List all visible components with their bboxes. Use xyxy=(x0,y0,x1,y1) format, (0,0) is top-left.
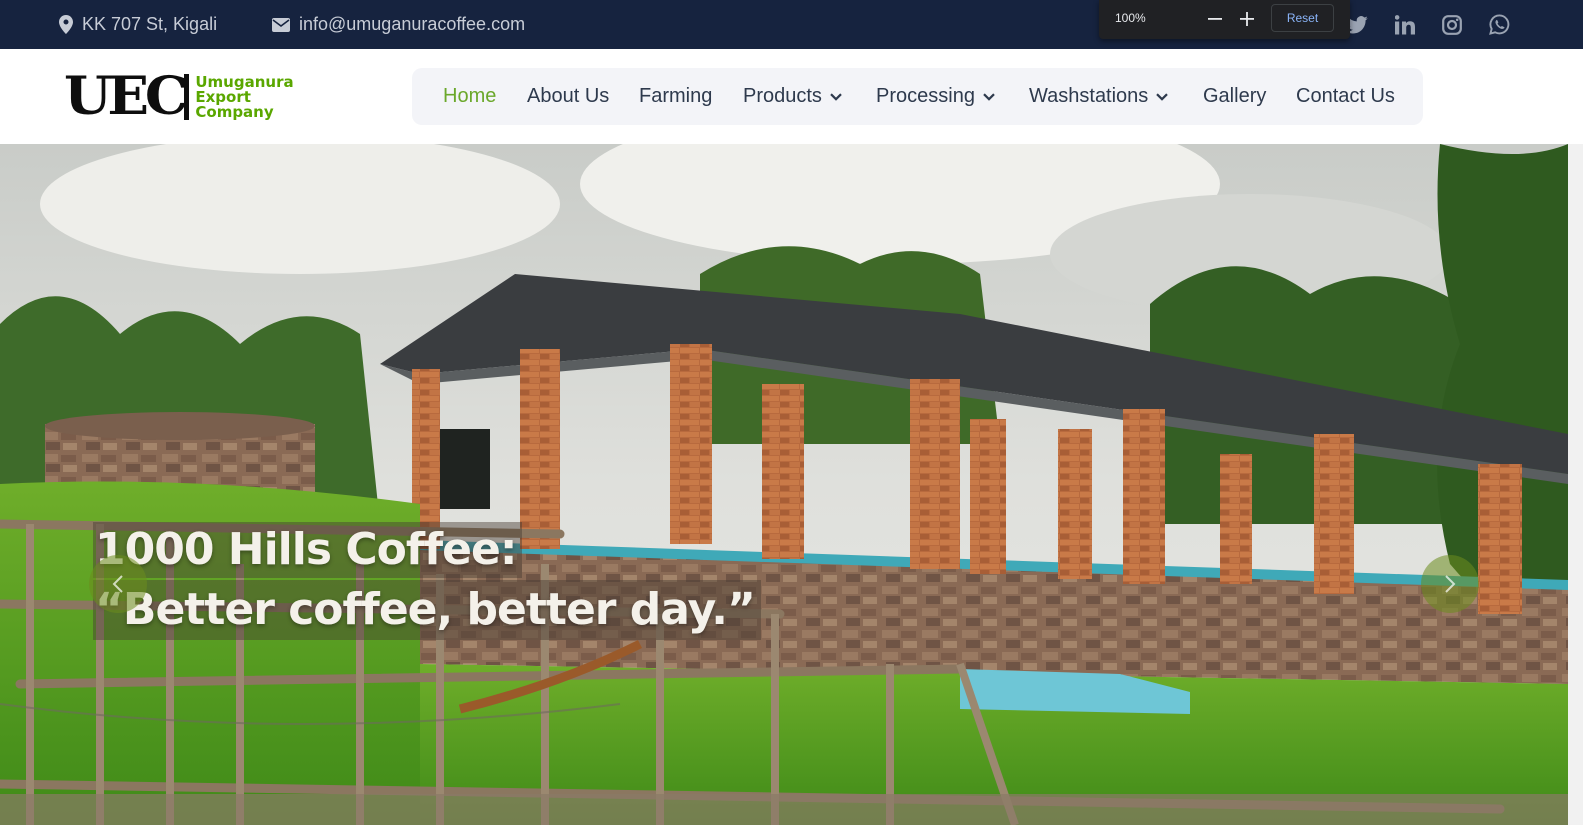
zoom-level: 100% xyxy=(1115,11,1146,25)
instagram-icon xyxy=(1442,14,1462,35)
nav-item-processing[interactable]: Processing xyxy=(876,68,995,125)
slider-next-button[interactable] xyxy=(1421,555,1479,613)
nav-item-label: Contact Us xyxy=(1296,85,1395,107)
site-header: UEC Umuganura Export Company Home About … xyxy=(0,49,1583,144)
plus-icon xyxy=(1240,12,1254,26)
zoom-popup: 100% Reset xyxy=(1099,0,1350,39)
address-contact: KK 707 St, Kigali xyxy=(59,0,217,49)
hero-caption: 1000 Hills Coffee: “Better coffee, bette… xyxy=(93,522,761,640)
zoom-reset-button[interactable]: Reset xyxy=(1271,4,1334,32)
logo-divider xyxy=(184,74,190,120)
nav-item-gallery[interactable]: Gallery xyxy=(1203,68,1266,125)
hero-title: 1000 Hills Coffee: xyxy=(93,522,523,578)
logo-mark: UEC xyxy=(64,66,188,127)
email-contact[interactable]: info@umuganuracoffee.com xyxy=(272,0,525,49)
chevron-down-icon xyxy=(1156,92,1169,101)
nav-item-label: About Us xyxy=(527,85,610,107)
nav-item-products[interactable]: Products xyxy=(743,68,842,125)
nav-item-washstations[interactable]: Washstations xyxy=(1029,68,1169,125)
nav-item-label: Home xyxy=(443,85,497,107)
instagram-link[interactable] xyxy=(1442,0,1462,49)
nav-item-contact-us[interactable]: Contact Us xyxy=(1296,68,1395,125)
hero-image xyxy=(0,144,1568,825)
nav-item-home[interactable]: Home xyxy=(443,68,496,125)
logo-wordmark: Umuganura Export Company xyxy=(195,74,293,121)
chevron-left-icon xyxy=(112,575,123,593)
map-marker-icon xyxy=(59,15,73,34)
chevron-right-icon xyxy=(1445,575,1456,593)
email-link[interactable]: info@umuganuracoffee.com xyxy=(299,14,525,35)
linkedin-link[interactable] xyxy=(1395,0,1415,49)
linkedin-icon xyxy=(1395,14,1415,34)
nav-item-farming[interactable]: Farming xyxy=(639,68,712,125)
nav-item-label: Processing xyxy=(876,85,975,107)
envelope-icon xyxy=(272,17,290,32)
zoom-out-button[interactable] xyxy=(1204,8,1226,30)
nav-item-about-us[interactable]: About Us xyxy=(527,68,609,125)
slider-prev-button[interactable] xyxy=(89,555,147,613)
zoom-in-button[interactable] xyxy=(1236,8,1258,30)
main-nav: Home About Us Farming Products Processin… xyxy=(412,68,1423,125)
nav-item-label: Gallery xyxy=(1203,85,1267,107)
whatsapp-link[interactable] xyxy=(1489,0,1510,49)
whatsapp-icon xyxy=(1489,14,1510,35)
minus-icon xyxy=(1208,18,1222,20)
chevron-down-icon xyxy=(830,92,842,101)
hero-slogan: “Better coffee, better day.” xyxy=(93,580,761,640)
site-logo[interactable]: UEC Umuganura Export Company xyxy=(64,71,294,123)
page-scrollbar[interactable] xyxy=(1568,144,1583,825)
hero-slider: 1000 Hills Coffee: “Better coffee, bette… xyxy=(0,144,1568,825)
chevron-down-icon xyxy=(983,92,995,101)
address-text: KK 707 St, Kigali xyxy=(82,14,218,34)
nav-item-label: Washstations xyxy=(1029,85,1149,107)
nav-item-label: Products xyxy=(743,85,822,107)
logo-word: Company xyxy=(195,102,274,121)
nav-item-label: Farming xyxy=(639,85,713,107)
